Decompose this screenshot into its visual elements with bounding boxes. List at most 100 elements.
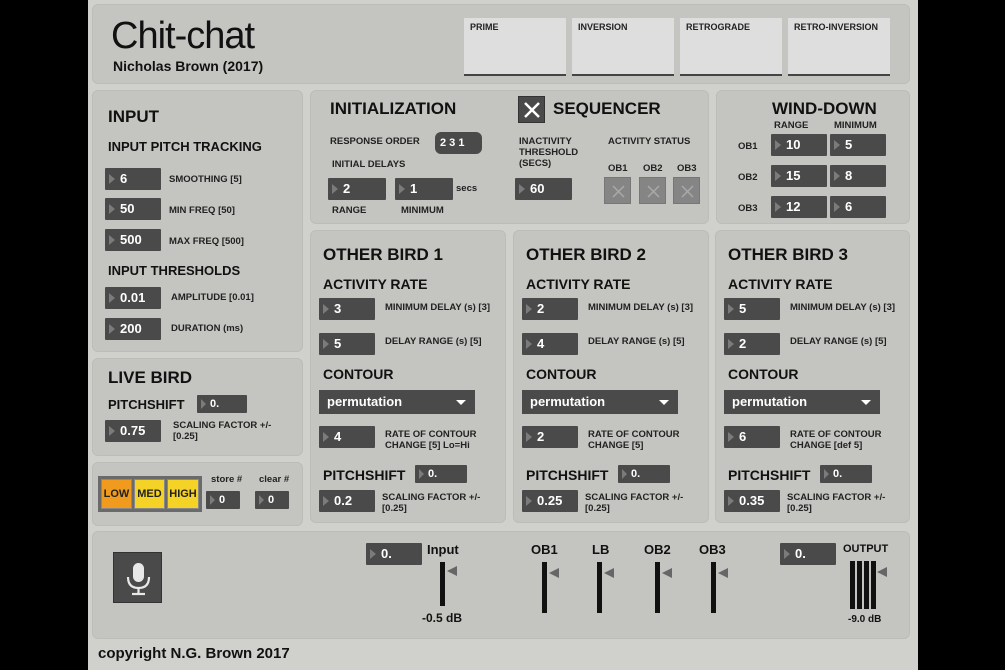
wind-down-ob3-label: OB3 <box>738 203 758 214</box>
preset-low-label: LOW <box>103 487 130 500</box>
wind-down-range-label: RANGE <box>774 120 809 131</box>
bird-2-rate-contour-number[interactable]: 2 <box>522 426 578 448</box>
max-freq-number[interactable]: 500 <box>105 229 161 251</box>
bird-1-scaling-number[interactable]: 0.2 <box>319 490 375 512</box>
x-toggle-icon <box>681 185 694 198</box>
matrix-retrograde[interactable]: RETROGRADE <box>680 18 782 76</box>
min-freq-number[interactable]: 50 <box>105 198 161 220</box>
chevron-down-icon <box>659 400 669 405</box>
status-ob3-label: OB3 <box>677 163 697 174</box>
bird-2-scaling-number[interactable]: 0.25 <box>522 490 578 512</box>
chevron-down-icon <box>456 400 466 405</box>
bird-2-contour-label: CONTOUR <box>526 366 597 382</box>
bird-3-rate-contour-number[interactable]: 6 <box>724 426 780 448</box>
status-ob3-toggle[interactable] <box>673 177 700 204</box>
bird-3-min-delay-label: MINIMUM DELAY (s) [3] <box>790 302 896 313</box>
wind-down-ob3-range[interactable]: 12 <box>771 196 827 218</box>
minimum-label: MINIMUM <box>401 205 444 216</box>
wind-down-ob3-minimum[interactable]: 6 <box>830 196 886 218</box>
bird-2-pitchshift-number[interactable]: 0. <box>618 465 670 483</box>
amplitude-label: AMPLITUDE [0.01] <box>171 292 254 303</box>
bird-2-min-delay-number[interactable]: 2 <box>522 298 578 320</box>
store-number[interactable]: 0 <box>206 491 240 509</box>
matrix-inversion[interactable]: INVERSION <box>572 18 674 76</box>
live-bird-title: LIVE BIRD <box>108 368 193 387</box>
preset-high-button[interactable]: HIGH <box>167 479 199 509</box>
bird-2-title: OTHER BIRD 2 <box>526 245 646 264</box>
app-author: Nicholas Brown (2017) <box>113 58 264 74</box>
wind-down-panel: WIND-DOWN RANGE MINIMUM OB1 10 5 OB2 15 … <box>716 90 910 224</box>
bird-3-delay-range-number[interactable]: 2 <box>724 333 780 355</box>
ob1-meter-label: OB1 <box>531 542 558 557</box>
bird-1-rate-contour-number[interactable]: 4 <box>319 426 375 448</box>
output-gain-slider-handle[interactable] <box>877 567 887 577</box>
status-ob1-toggle[interactable] <box>604 177 631 204</box>
wind-down-ob2-range[interactable]: 15 <box>771 165 827 187</box>
output-db-readout: -9.0 dB <box>848 614 882 625</box>
bird-3-activity-rate-label: ACTIVITY RATE <box>728 276 833 292</box>
delay-range-number[interactable]: 2 <box>328 178 386 200</box>
delay-minimum-number[interactable]: 1 <box>395 178 453 200</box>
input-gain-number[interactable]: 0. <box>366 543 422 565</box>
wind-down-ob2-minimum[interactable]: 8 <box>830 165 886 187</box>
bird-1-min-delay-number[interactable]: 3 <box>319 298 375 320</box>
matrix-prime[interactable]: PRIME <box>464 18 566 76</box>
bird-1-min-delay-label: MINIMUM DELAY (s) [3] <box>385 302 491 313</box>
matrix-retro-inversion[interactable]: RETRO-INVERSION <box>788 18 890 76</box>
initialization-panel: INITIALIZATION RESPONSE ORDER 2 3 1 INIT… <box>310 90 709 224</box>
status-ob1-label: OB1 <box>608 163 628 174</box>
ob1-gain-slider-handle[interactable] <box>549 568 559 578</box>
x-toggle-icon <box>647 185 660 198</box>
input-gain-slider-handle[interactable] <box>447 566 457 576</box>
amplitude-number[interactable]: 0.01 <box>105 287 161 309</box>
bird-1-contour-dropdown[interactable]: permutation <box>319 390 475 414</box>
other-bird-3-panel: OTHER BIRD 3 ACTIVITY RATE 5 MINIMUM DEL… <box>715 230 910 523</box>
status-ob2-label: OB2 <box>643 163 663 174</box>
ob2-gain-slider-handle[interactable] <box>662 568 672 578</box>
wind-down-title: WIND-DOWN <box>772 99 877 118</box>
inactivity-label-2: THRESHOLD <box>519 147 579 158</box>
sequencer-toggle[interactable] <box>518 96 545 123</box>
duration-number[interactable]: 200 <box>105 318 161 340</box>
response-order-field[interactable]: 2 3 1 <box>435 132 482 154</box>
bird-2-contour-dropdown[interactable]: permutation <box>522 390 678 414</box>
bird-3-min-delay-number[interactable]: 5 <box>724 298 780 320</box>
app-title: Chit-chat <box>111 15 255 57</box>
live-bird-scaling-number[interactable]: 0.75 <box>105 420 161 442</box>
preset-low-button[interactable]: LOW <box>101 479 132 509</box>
lb-gain-slider-handle[interactable] <box>604 568 614 578</box>
clear-label: clear # <box>259 474 290 485</box>
ob3-level-meter <box>711 562 716 613</box>
ob3-gain-slider-handle[interactable] <box>718 568 728 578</box>
wind-down-ob1-range[interactable]: 10 <box>771 134 827 156</box>
wind-down-ob1-minimum[interactable]: 5 <box>830 134 886 156</box>
wind-down-minimum-label: MINIMUM <box>834 120 877 131</box>
lb-meter-label: LB <box>592 542 610 557</box>
bird-2-delay-range-label: DELAY RANGE (s) [5] <box>588 336 685 347</box>
clear-number[interactable]: 0 <box>255 491 289 509</box>
preset-med-button[interactable]: MED <box>134 479 165 509</box>
status-ob2-toggle[interactable] <box>639 177 666 204</box>
bird-3-scaling-number[interactable]: 0.35 <box>724 490 780 512</box>
bird-3-contour-dropdown[interactable]: permutation <box>724 390 880 414</box>
activity-status-label: ACTIVITY STATUS <box>608 136 691 147</box>
bird-2-scaling-label-2: [0.25] <box>585 503 610 514</box>
output-gain-number[interactable]: 0. <box>780 543 836 565</box>
live-bird-pitchshift-number[interactable]: 0. <box>197 395 247 413</box>
input-thresholds-title: INPUT THRESHOLDS <box>108 263 241 278</box>
bird-1-delay-range-number[interactable]: 5 <box>319 333 375 355</box>
sequencer-title: SEQUENCER <box>553 99 661 118</box>
inactivity-label-3: (SECS) <box>519 158 552 169</box>
bird-2-min-delay-label: MINIMUM DELAY (s) [3] <box>588 302 694 313</box>
mic-button[interactable] <box>113 552 162 603</box>
output-level-meter-4 <box>871 561 876 609</box>
smoothing-number[interactable]: 6 <box>105 168 161 190</box>
bird-3-pitchshift-number[interactable]: 0. <box>820 465 872 483</box>
smoothing-label: SMOOTHING [5] <box>169 174 242 185</box>
inactivity-threshold-number[interactable]: 60 <box>515 178 572 200</box>
output-level-meter-3 <box>864 561 869 609</box>
bird-2-delay-range-number[interactable]: 4 <box>522 333 578 355</box>
initialization-title: INITIALIZATION <box>330 99 457 118</box>
bird-1-pitchshift-number[interactable]: 0. <box>415 465 467 483</box>
x-toggle-icon <box>524 102 540 118</box>
